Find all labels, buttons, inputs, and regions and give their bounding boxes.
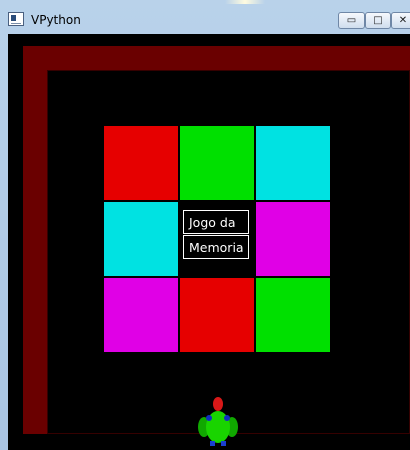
bird-eye-right [224,415,230,421]
bird-foot-right [221,441,226,446]
bird-eye-left [206,415,212,421]
card-6[interactable] [256,202,330,276]
card-3[interactable] [256,126,330,200]
close-icon: ✕ [398,15,408,26]
title-bar[interactable]: VPython ▭ □ ✕ [0,0,410,34]
card-4[interactable] [104,202,178,276]
minimize-button[interactable]: ▭ [338,12,365,29]
bird-character [198,397,238,446]
card-2[interactable] [180,126,254,200]
bird-foot-left [210,441,215,446]
card-1[interactable] [104,126,178,200]
card-7[interactable] [104,278,178,352]
maximize-icon: □ [373,15,383,26]
scene-canvas[interactable]: Jogo da Memoria [8,34,410,450]
maximize-button[interactable]: □ [365,12,391,29]
close-button[interactable]: ✕ [391,12,410,29]
label-line-1: Jogo da [183,210,249,234]
game-title-label: Jogo da Memoria [183,210,249,259]
bird-head [213,397,223,411]
window-icon[interactable] [8,12,24,26]
minimize-icon: ▭ [346,15,357,26]
vpython-window: VPython ▭ □ ✕ Jogo da Memoria [0,0,410,450]
label-line-2: Memoria [183,235,249,259]
card-9[interactable] [256,278,330,352]
card-8[interactable] [180,278,254,352]
window-title: VPython [31,13,81,27]
